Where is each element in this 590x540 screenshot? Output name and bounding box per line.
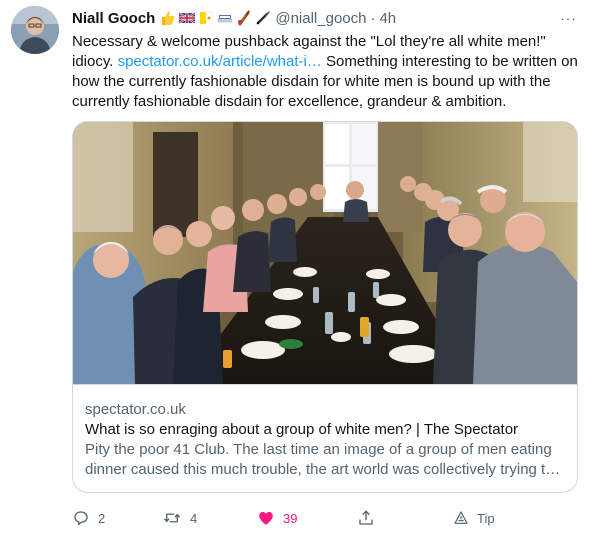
tweet-link[interactable]: spectator.co.uk/article/what-i…	[118, 53, 322, 70]
card-description: Pity the poor 41 Club. The last time an …	[85, 441, 561, 478]
cricket-bat-icon	[218, 15, 233, 23]
more-options-icon[interactable]: ···	[560, 10, 577, 26]
retweet-count: 4	[190, 510, 198, 526]
reply-icon	[74, 511, 88, 526]
heart-icon	[259, 512, 273, 525]
card-meta: spectator.co.uk What is so enraging abou…	[85, 400, 565, 480]
vatican-flag-icon	[200, 11, 213, 25]
tweet-timestamp[interactable]: 4h	[379, 10, 396, 27]
link-preview-card[interactable]: spectator.co.uk What is so enraging abou…	[72, 121, 578, 493]
like-button[interactable]: 39	[257, 506, 297, 530]
pen-icon	[256, 11, 271, 25]
share-icon	[359, 510, 373, 525]
reply-button[interactable]: 2	[72, 506, 105, 530]
avatar[interactable]	[11, 6, 59, 54]
name-emojis	[160, 10, 271, 26]
tweet-header: Niall Gooch @niall_gooch · 4h ···	[72, 8, 577, 28]
author-name[interactable]: Niall Gooch	[72, 10, 155, 27]
card-title[interactable]: What is so enraging about a group of whi…	[85, 420, 565, 440]
separator-dot: ·	[370, 9, 376, 27]
thumbs-up-icon	[162, 11, 175, 25]
tweet[interactable]: Niall Gooch @niall_gooch · 4h ··· Necess…	[0, 0, 590, 540]
tweet-text: Necessary & welcome pushback against the…	[72, 32, 582, 112]
card-image[interactable]	[73, 122, 577, 385]
tip-button[interactable]: Tip	[453, 506, 495, 530]
uk-flag-icon	[179, 12, 196, 24]
reply-count: 2	[98, 510, 106, 526]
author-handle[interactable]: @niall_gooch	[275, 10, 366, 27]
retweet-button[interactable]: 4	[162, 506, 197, 530]
share-button[interactable]	[357, 506, 375, 530]
tweet-actions: 2 4 39 Tip	[72, 506, 502, 530]
group-dinner-photo	[73, 122, 577, 384]
retweet-icon	[163, 513, 181, 523]
tip-label: Tip	[477, 510, 495, 526]
cricket-stump-icon	[238, 10, 251, 26]
tip-icon	[454, 511, 468, 524]
like-count: 39	[283, 510, 298, 526]
card-domain: spectator.co.uk	[85, 401, 186, 418]
